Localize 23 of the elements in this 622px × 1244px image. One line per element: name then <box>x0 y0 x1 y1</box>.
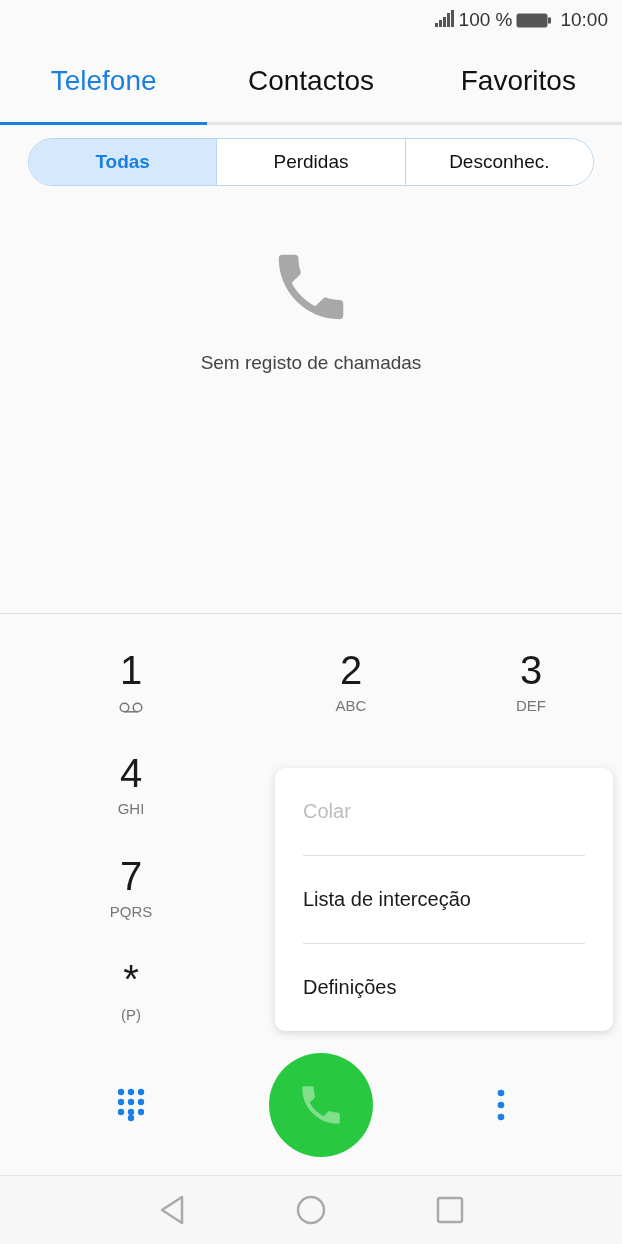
recents-icon[interactable] <box>436 1196 464 1224</box>
empty-message: Sem registo de chamadas <box>200 352 422 374</box>
dial-key[interactable]: * (P) <box>86 957 176 1045</box>
dial-key[interactable]: 4 GHI <box>86 751 176 839</box>
dial-key[interactable]: 7 PQRS <box>86 854 176 942</box>
voicemail-icon <box>119 702 143 713</box>
tab[interactable]: Contactos <box>207 40 415 125</box>
battery-icon <box>516 12 553 28</box>
filter-segment[interactable]: Desconhec. <box>404 139 593 185</box>
menu-item[interactable]: Definições <box>303 944 585 1031</box>
tab[interactable]: Telefone <box>0 40 208 125</box>
more-icon[interactable] <box>496 1088 506 1121</box>
signal-icon <box>434 10 455 27</box>
battery-percentage: 100 % <box>458 9 513 31</box>
menu-item[interactable]: Lista de interceção <box>303 856 585 943</box>
dial-key[interactable]: 2 ABC <box>306 648 396 736</box>
clock: 10:00 <box>560 9 608 31</box>
dial-key[interactable]: 3 DEF <box>486 648 576 736</box>
home-icon[interactable] <box>295 1195 326 1225</box>
tab[interactable]: Favoritos <box>414 40 622 125</box>
dialpad-icon[interactable] <box>117 1087 145 1122</box>
dial-key[interactable]: 1 <box>86 648 176 736</box>
back-icon[interactable] <box>159 1195 185 1225</box>
